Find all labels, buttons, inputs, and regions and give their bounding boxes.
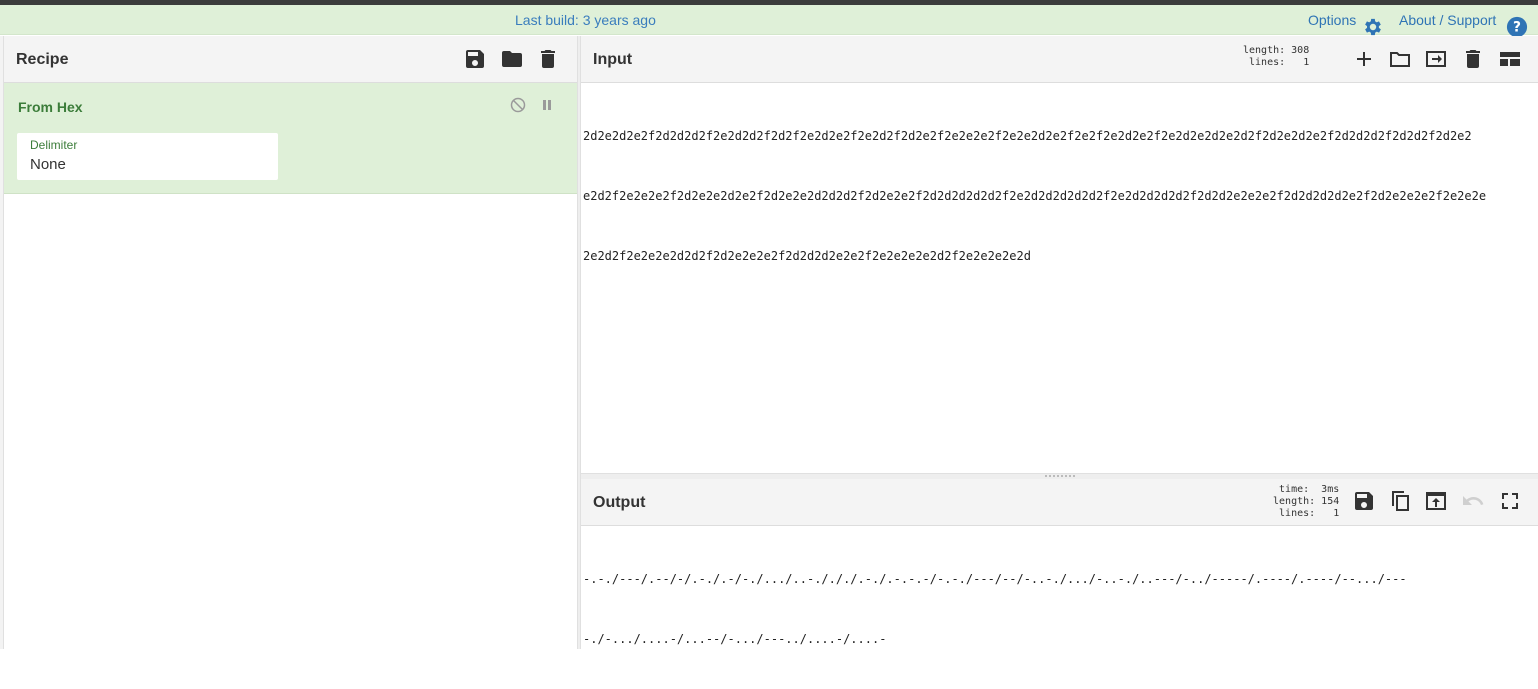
input-text[interactable]: 2d2e2d2e2f2d2d2d2f2e2d2d2f2d2f2e2d2e2f2e… xyxy=(583,86,1486,306)
delimiter-field[interactable]: Delimiter None xyxy=(17,133,278,180)
output-line: -.-./---/.--/-/.-./.-/-./.../..-./././.-… xyxy=(583,572,1407,586)
input-title: Input xyxy=(593,51,633,68)
output-line: -./-.../....-/...--/-.../---../....-/...… xyxy=(583,632,887,646)
splitter-grip[interactable] xyxy=(1045,475,1075,477)
trash-icon[interactable] xyxy=(536,47,560,71)
input-line: e2d2f2e2e2e2f2d2e2e2d2e2f2d2e2e2d2d2d2f2… xyxy=(583,189,1487,203)
save-recipe-icon[interactable] xyxy=(463,47,487,71)
output-text[interactable]: -.-./---/.--/-/.-./.-/-./.../..-./././.-… xyxy=(583,529,1407,689)
disable-icon[interactable] xyxy=(510,97,526,113)
maximise-icon[interactable] xyxy=(1498,489,1522,513)
recipe-pane: Recipe From Hex Delimiter None xyxy=(4,36,577,649)
open-file-icon[interactable] xyxy=(1424,47,1448,71)
input-line: 2e2d2f2e2e2e2d2d2f2d2e2e2e2f2d2d2d2e2e2f… xyxy=(583,249,1031,263)
layout-icon[interactable] xyxy=(1498,47,1522,71)
clear-input-icon[interactable] xyxy=(1461,47,1485,71)
last-build-text: Last build: 3 years ago xyxy=(515,12,656,28)
operation-from-hex[interactable]: From Hex Delimiter None xyxy=(4,83,577,194)
help-icon[interactable]: ? xyxy=(1506,16,1528,38)
options-link[interactable]: Options xyxy=(1308,12,1356,28)
delimiter-label: Delimiter xyxy=(30,138,78,152)
recipe-header: Recipe xyxy=(4,36,577,83)
svg-text:?: ? xyxy=(1513,20,1521,36)
input-line: 2d2e2d2e2f2d2d2d2f2e2d2d2f2d2f2e2d2e2f2e… xyxy=(583,129,1472,143)
undo-icon[interactable] xyxy=(1461,489,1485,513)
input-pane: Input length: 308 lines: 1 2d2e2d2e2f2d2… xyxy=(581,36,1538,473)
replace-input-icon[interactable] xyxy=(1424,489,1448,513)
output-header: Output time: 3ms length: 154 lines: 1 xyxy=(581,479,1538,526)
recipe-title: Recipe xyxy=(16,51,69,68)
add-input-icon[interactable] xyxy=(1352,47,1376,71)
notice-banner: Last build: 3 years ago Options About / … xyxy=(0,5,1538,38)
output-pane: Output time: 3ms length: 154 lines: 1 -.… xyxy=(581,479,1538,649)
operation-name: From Hex xyxy=(18,99,83,115)
input-header: Input length: 308 lines: 1 xyxy=(581,36,1538,83)
folder-icon[interactable] xyxy=(500,47,524,71)
pause-icon[interactable] xyxy=(539,97,555,113)
delimiter-value[interactable]: None xyxy=(30,156,66,173)
input-stats: length: 308 lines: 1 xyxy=(1243,45,1310,68)
output-stats: time: 3ms length: 154 lines: 1 xyxy=(1273,484,1340,519)
copy-icon[interactable] xyxy=(1388,489,1412,513)
output-title: Output xyxy=(593,494,646,511)
save-output-icon[interactable] xyxy=(1352,489,1376,513)
gear-icon[interactable] xyxy=(1362,16,1384,38)
about-support-link[interactable]: About / Support xyxy=(1399,12,1496,28)
open-folder-icon[interactable] xyxy=(1388,47,1412,71)
